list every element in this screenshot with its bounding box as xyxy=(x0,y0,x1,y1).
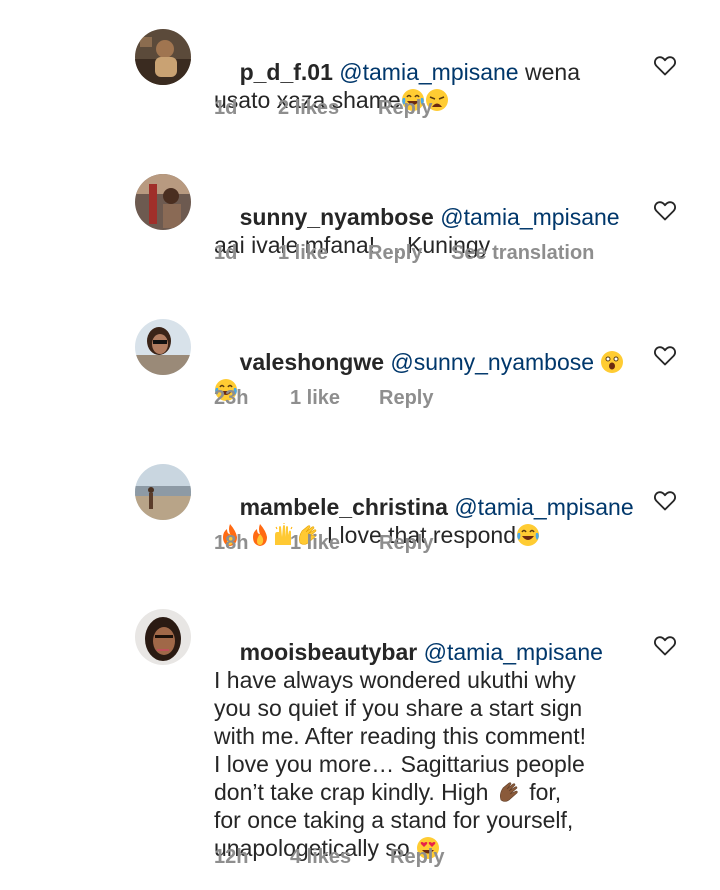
comment-text: p_d_f.01 @tamia_mpisane wena usato xaza … xyxy=(214,30,634,142)
see-translation-button[interactable]: See translation xyxy=(451,242,594,265)
heart-outline-icon[interactable] xyxy=(653,634,677,656)
comment-time: 12h xyxy=(214,846,249,868)
clapping-hands-dark-icon xyxy=(499,782,518,802)
mention-link[interactable]: @tamia_mpisane xyxy=(339,59,518,85)
avatar[interactable] xyxy=(135,174,191,230)
heart-outline-icon[interactable] xyxy=(653,54,677,76)
comment-username[interactable]: sunny_nyambose xyxy=(240,204,434,230)
likes-count[interactable]: 4 likes xyxy=(290,846,351,869)
comment-time: 18h xyxy=(214,532,249,554)
face-with-tears-of-joy-icon xyxy=(516,523,540,547)
mention-link[interactable]: @sunny_nyambose xyxy=(390,349,594,375)
likes-count[interactable]: 1 like xyxy=(278,242,328,265)
comment-username[interactable]: valeshongwe xyxy=(240,349,384,375)
heart-outline-icon[interactable] xyxy=(653,489,677,511)
likes-count[interactable]: 2 likes xyxy=(278,97,339,120)
avatar[interactable] xyxy=(135,29,191,85)
reply-button[interactable]: Reply xyxy=(390,846,444,869)
avatar[interactable] xyxy=(135,464,191,520)
heart-outline-icon[interactable] xyxy=(653,344,677,366)
likes-count[interactable]: 1 like xyxy=(290,532,340,555)
reply-button[interactable]: Reply xyxy=(368,242,422,265)
comment-time: 1d xyxy=(214,242,238,264)
comment-body: aai ivale mfana! ... Kuningy xyxy=(214,232,491,258)
mention-link[interactable]: @tamia_mpisane xyxy=(440,204,619,230)
reply-button[interactable]: Reply xyxy=(379,532,433,555)
likes-count[interactable]: 1 like xyxy=(290,387,340,410)
avatar[interactable] xyxy=(135,319,191,375)
fire-icon xyxy=(253,524,268,546)
comment-text: mambele_christina @tamia_mpisane I love … xyxy=(214,465,634,577)
heart-outline-icon[interactable] xyxy=(653,199,677,221)
reply-button[interactable]: Reply xyxy=(378,97,432,120)
comment-text: valeshongwe @sunny_nyambose xyxy=(214,320,634,432)
reply-button[interactable]: Reply xyxy=(379,387,433,410)
avatar[interactable] xyxy=(135,609,191,665)
comment-time: 1d xyxy=(214,97,238,119)
comment-text: sunny_nyambose @tamia_mpisane aai ivale … xyxy=(214,175,634,287)
comment-time: 23h xyxy=(214,387,249,409)
mention-link[interactable]: @tamia_mpisane xyxy=(424,639,603,665)
mention-link[interactable]: @tamia_mpisane xyxy=(454,494,633,520)
comment-username[interactable]: mooisbeautybar xyxy=(240,639,418,665)
comment-username[interactable]: mambele_christina xyxy=(240,494,448,520)
astonished-face-icon xyxy=(600,350,624,374)
comment-username[interactable]: p_d_f.01 xyxy=(240,59,333,85)
